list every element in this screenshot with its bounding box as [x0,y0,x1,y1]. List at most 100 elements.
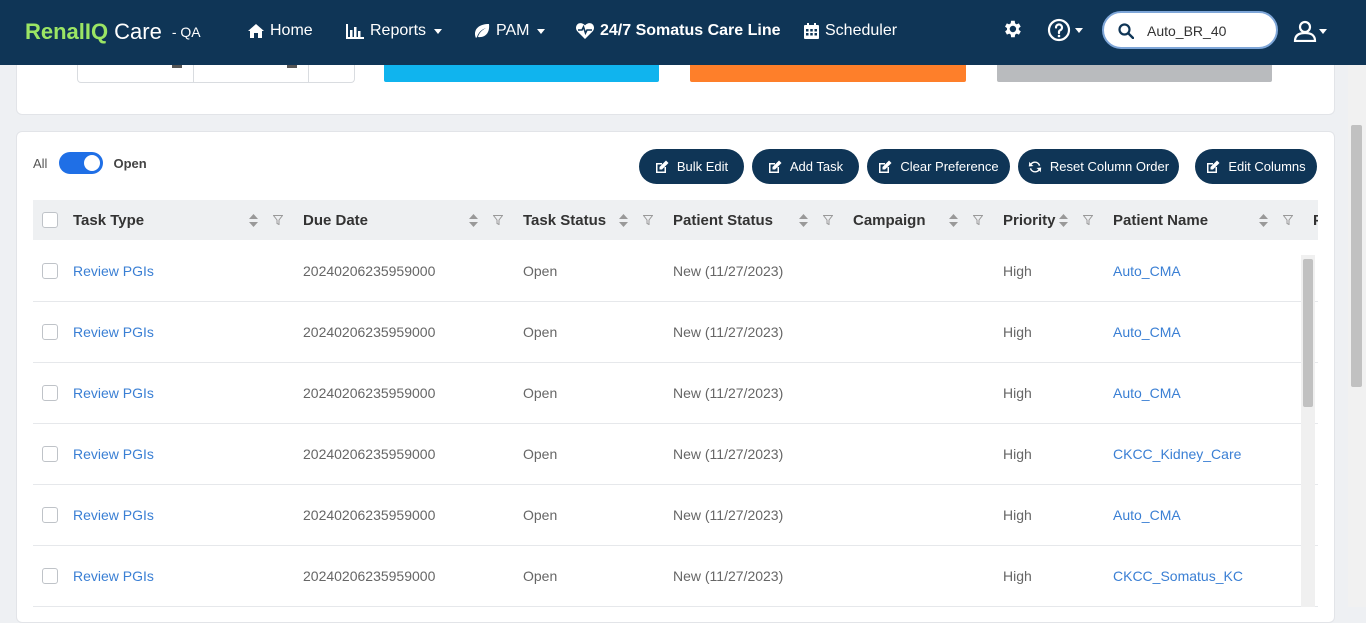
column-label: Priority [1003,211,1056,229]
due-date-cell: 20240206235959000 [303,506,436,523]
priority-cell: High [1003,567,1032,584]
column-header-task-status[interactable]: Task Status [523,200,606,240]
table-scrollbar-thumb[interactable] [1303,259,1313,407]
filter-icon[interactable] [273,215,283,225]
table-row[interactable]: Review PGIs 20240206235959000 Open New (… [33,423,1318,485]
table-row[interactable]: Review PGIs 20240206235959000 Open New (… [33,545,1318,607]
patient-status-cell: New (11/27/2023) [673,567,784,584]
open-toggle-switch[interactable] [59,152,104,174]
column-header-due-date[interactable]: Due Date [303,200,368,240]
patient-name-link[interactable]: Auto_CMA [1113,484,1181,545]
home-icon [248,24,264,38]
edit-icon [768,160,782,173]
sort-icon[interactable] [799,214,808,227]
filter-icon[interactable] [493,215,503,225]
table-row[interactable]: Review PGIs 20240206235959000 Open New (… [33,484,1318,546]
nav-scheduler[interactable]: Scheduler [804,22,897,40]
select-all-checkbox[interactable] [42,212,58,228]
column-label: Patient Status [673,211,774,229]
patient-status-cell: New (11/27/2023) [673,323,784,340]
column-label: Task Type [73,211,145,229]
patient-name-link[interactable]: Auto_CMA [1113,301,1181,362]
user-menu-button[interactable] [1293,20,1327,42]
nav-care-line[interactable]: 24/7 Somatus Care Line [576,22,781,40]
filter-icon[interactable] [1283,215,1293,225]
patient-name-link[interactable]: CKCC_Somatus_KC [1113,545,1243,606]
table-scrollbar[interactable] [1301,255,1315,607]
row-checkbox[interactable] [42,507,58,523]
task-type-link[interactable]: Review PGIs [73,484,154,545]
clear-preference-button[interactable]: Clear Preference [867,149,1010,184]
column-header-priority[interactable]: Priority [1003,200,1056,240]
bar-chart-icon [346,23,364,39]
table-row[interactable]: Review PGIs 20240206235959000 Open New (… [33,301,1318,363]
nav-reports[interactable]: Reports [346,22,443,40]
row-checkbox[interactable] [42,446,58,462]
priority-cell: High [1003,323,1032,340]
task-type-link[interactable]: Review PGIs [73,301,154,362]
brand-name-part3: Care [114,19,162,44]
priority-cell: High [1003,506,1032,523]
page-scrollbar-thumb[interactable] [1351,125,1362,387]
sort-icon[interactable] [249,214,258,227]
global-search[interactable] [1102,11,1278,49]
column-header-campaign[interactable]: Campaign [853,200,926,240]
sort-icon[interactable] [469,214,478,227]
chevron-down-icon [434,28,443,34]
add-task-button[interactable]: Add Task [752,149,859,184]
task-status-cell: Open [523,384,558,401]
task-type-link[interactable]: Review PGIs [73,240,154,301]
table-row[interactable]: Review PGIs 20240206235959000 Open New (… [33,362,1318,424]
patient-name-link[interactable]: Auto_CMA [1113,240,1181,301]
row-checkbox[interactable] [42,263,58,279]
task-type-link[interactable]: Review PGIs [73,545,154,606]
settings-button[interactable] [1001,18,1023,40]
filter-icon[interactable] [973,215,983,225]
row-checkbox[interactable] [42,568,58,584]
heartbeat-icon [576,23,594,39]
patient-status-cell: New (11/27/2023) [673,262,784,279]
edit-columns-button[interactable]: Edit Columns [1195,149,1317,184]
column-label: P [1313,212,1318,229]
nav-reports-label: Reports [370,22,427,39]
brand-name-part2: IQ [84,19,109,44]
bulk-edit-button[interactable]: Bulk Edit [639,149,744,184]
sort-icon[interactable] [619,214,628,227]
help-menu-button[interactable] [1047,18,1083,42]
column-label: Due Date [303,211,369,229]
patient-status-cell: New (11/27/2023) [673,445,784,462]
edit-columns-label: Edit Columns [1228,159,1306,174]
search-input[interactable] [1145,19,1269,43]
sort-icon[interactable] [949,214,958,227]
nav-home[interactable]: Home [248,22,313,40]
column-header-patient-status[interactable]: Patient Status [673,200,773,240]
sort-icon[interactable] [1059,214,1068,227]
row-checkbox[interactable] [42,385,58,401]
task-type-link[interactable]: Review PGIs [73,423,154,484]
nav-pam-label: PAM [496,22,530,39]
column-header-patient-name[interactable]: Patient Name [1113,200,1208,240]
reset-column-order-button[interactable]: Reset Column Order [1018,149,1179,184]
task-type-link[interactable]: Review PGIs [73,362,154,423]
patient-name-link[interactable]: Auto_CMA [1113,362,1181,423]
bulk-edit-label: Bulk Edit [676,159,729,174]
table-row[interactable]: Review PGIs 20240206235959000 Open New (… [33,240,1318,302]
filter-icon[interactable] [643,215,653,225]
patient-name-link[interactable]: CKCC_Kidney_Care [1113,423,1241,484]
task-status-cell: Open [523,323,558,340]
brand-logo[interactable]: RenalIQ Care - QA [25,19,201,45]
filter-icon[interactable] [823,215,833,225]
column-header-truncated[interactable]: P [1313,200,1318,240]
column-header-task-type[interactable]: Task Type [73,200,144,240]
refresh-icon [1028,160,1042,173]
row-checkbox[interactable] [42,324,58,340]
page-scrollbar[interactable] [1348,65,1366,607]
column-label: Campaign [853,211,926,229]
filter-icon[interactable] [1083,215,1093,225]
nav-care-line-label: 24/7 Somatus Care Line [600,22,781,39]
chevron-down-icon [537,28,546,34]
priority-cell: High [1003,445,1032,462]
sort-icon[interactable] [1259,214,1268,227]
nav-pam[interactable]: PAM [474,22,546,40]
task-table: Task Type Due Date Task Status Patient S… [33,200,1318,622]
